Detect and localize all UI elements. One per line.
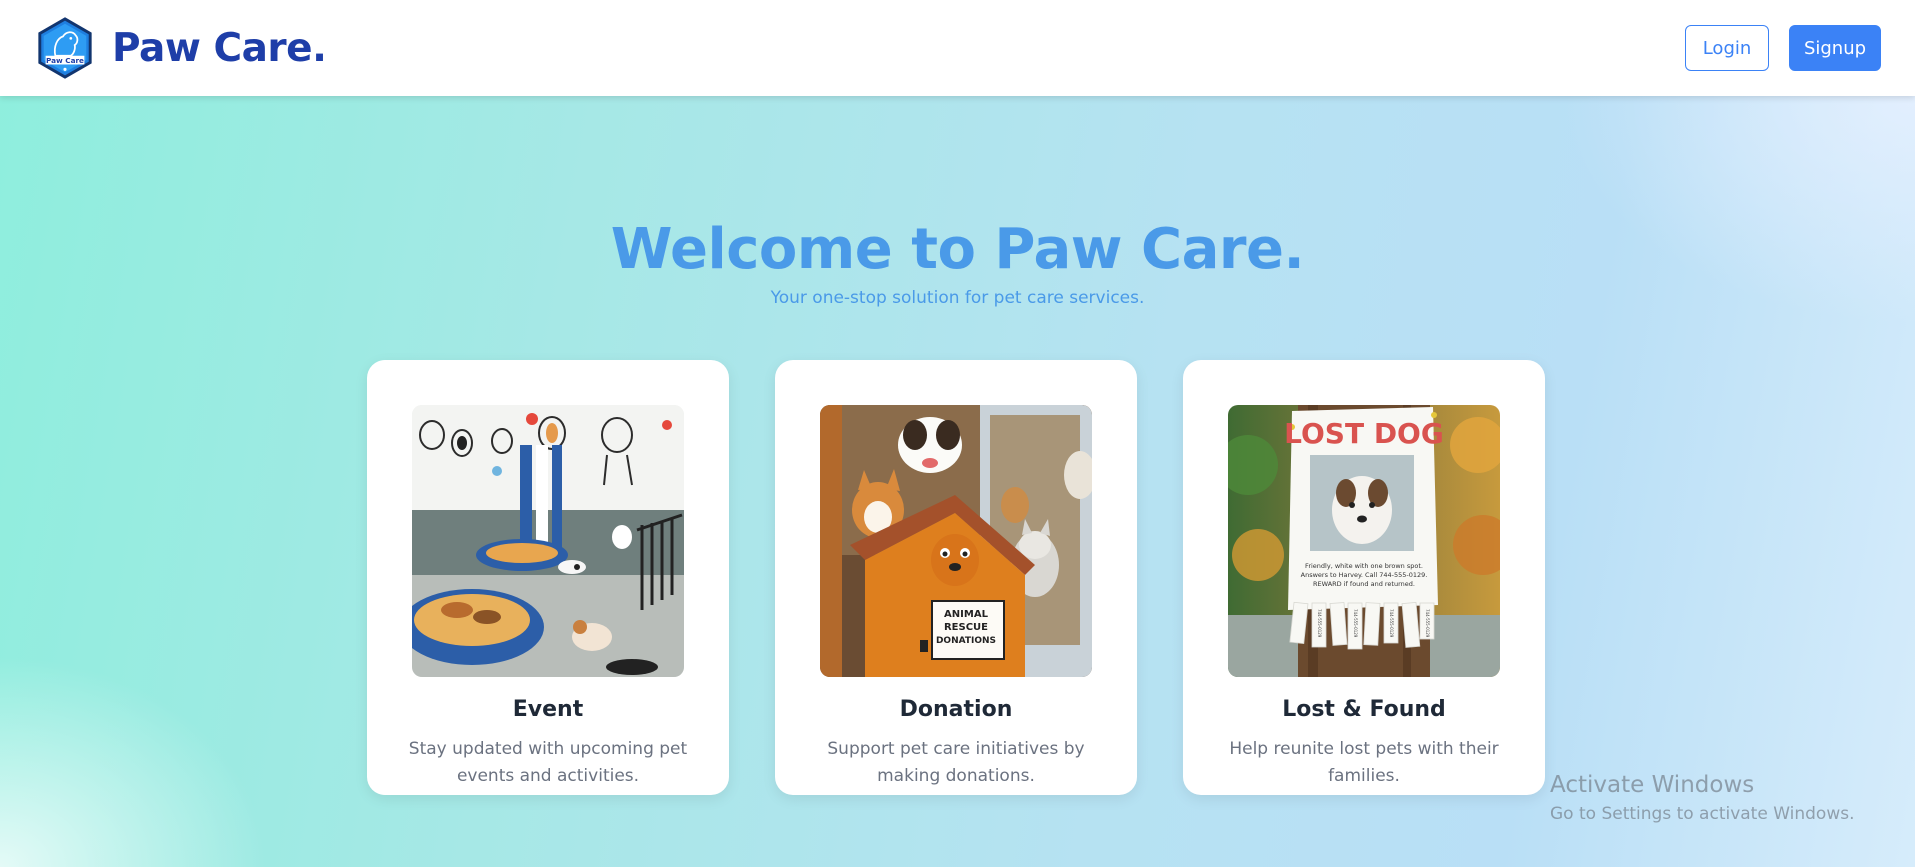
login-button[interactable]: Login	[1685, 25, 1769, 71]
poster-line-3: REWARD if found and returned.	[1313, 580, 1415, 588]
hero-subtitle: Your one-stop solution for pet care serv…	[770, 288, 1145, 309]
donation-card[interactable]: ANIMAL RESCUE DONATIONS Donation Support…	[775, 360, 1137, 795]
poster-tab-text: 744-555-0129	[1389, 609, 1394, 638]
brand[interactable]: Paw Care Paw Care.	[34, 17, 327, 79]
lost-found-image: LOST DOG Friendly, white with one brown …	[1228, 405, 1500, 677]
nav-actions: Login Signup	[1685, 25, 1881, 71]
hero-title: Welcome to Paw Care.	[610, 217, 1305, 282]
watermark-title: Activate Windows	[1550, 772, 1755, 798]
poster-heading: LOST DOG	[1284, 417, 1444, 450]
card-title: Event	[512, 697, 584, 722]
signup-button[interactable]: Signup	[1789, 25, 1881, 71]
logo-text: Paw Care	[46, 56, 84, 65]
windows-activation-watermark: Activate Windows Go to Settings to activ…	[1550, 772, 1855, 824]
lost-found-card[interactable]: LOST DOG Friendly, white with one brown …	[1183, 360, 1545, 795]
hero: Welcome to Paw Care. Your one-stop solut…	[0, 217, 1915, 309]
card-title: Donation	[899, 697, 1013, 722]
poster-tab-text: 744-555-0129	[1353, 609, 1358, 638]
event-image	[412, 405, 684, 677]
card-title: Lost & Found	[1282, 697, 1446, 722]
feature-cards: Event Stay updated with upcoming pet eve…	[367, 360, 1545, 795]
paw-care-logo-icon: Paw Care	[38, 17, 92, 79]
poster-tab-text: 744-555-0129	[1425, 609, 1430, 638]
card-description: Stay updated with upcoming pet events an…	[408, 739, 688, 786]
sign-line-2: RESCUE	[944, 622, 988, 633]
poster-tab-text: 744-555-0129	[1317, 609, 1322, 638]
navbar: Paw Care Paw Care. Login Signup	[0, 0, 1915, 96]
watermark-subtitle: Go to Settings to activate Windows.	[1550, 804, 1855, 824]
poster-line-1: Friendly, white with one brown spot.	[1305, 562, 1423, 570]
brand-name: Paw Care.	[112, 25, 327, 71]
sign-line-3: DONATIONS	[936, 636, 996, 646]
donation-image: ANIMAL RESCUE DONATIONS	[820, 405, 1092, 677]
poster-line-2: Answers to Harvey. Call 744-555-0129.	[1301, 571, 1428, 579]
event-card[interactable]: Event Stay updated with upcoming pet eve…	[367, 360, 729, 795]
card-description: Support pet care initiatives by making d…	[827, 739, 1085, 786]
card-description: Help reunite lost pets with their famili…	[1229, 739, 1499, 786]
sign-line-1: ANIMAL	[944, 609, 989, 620]
